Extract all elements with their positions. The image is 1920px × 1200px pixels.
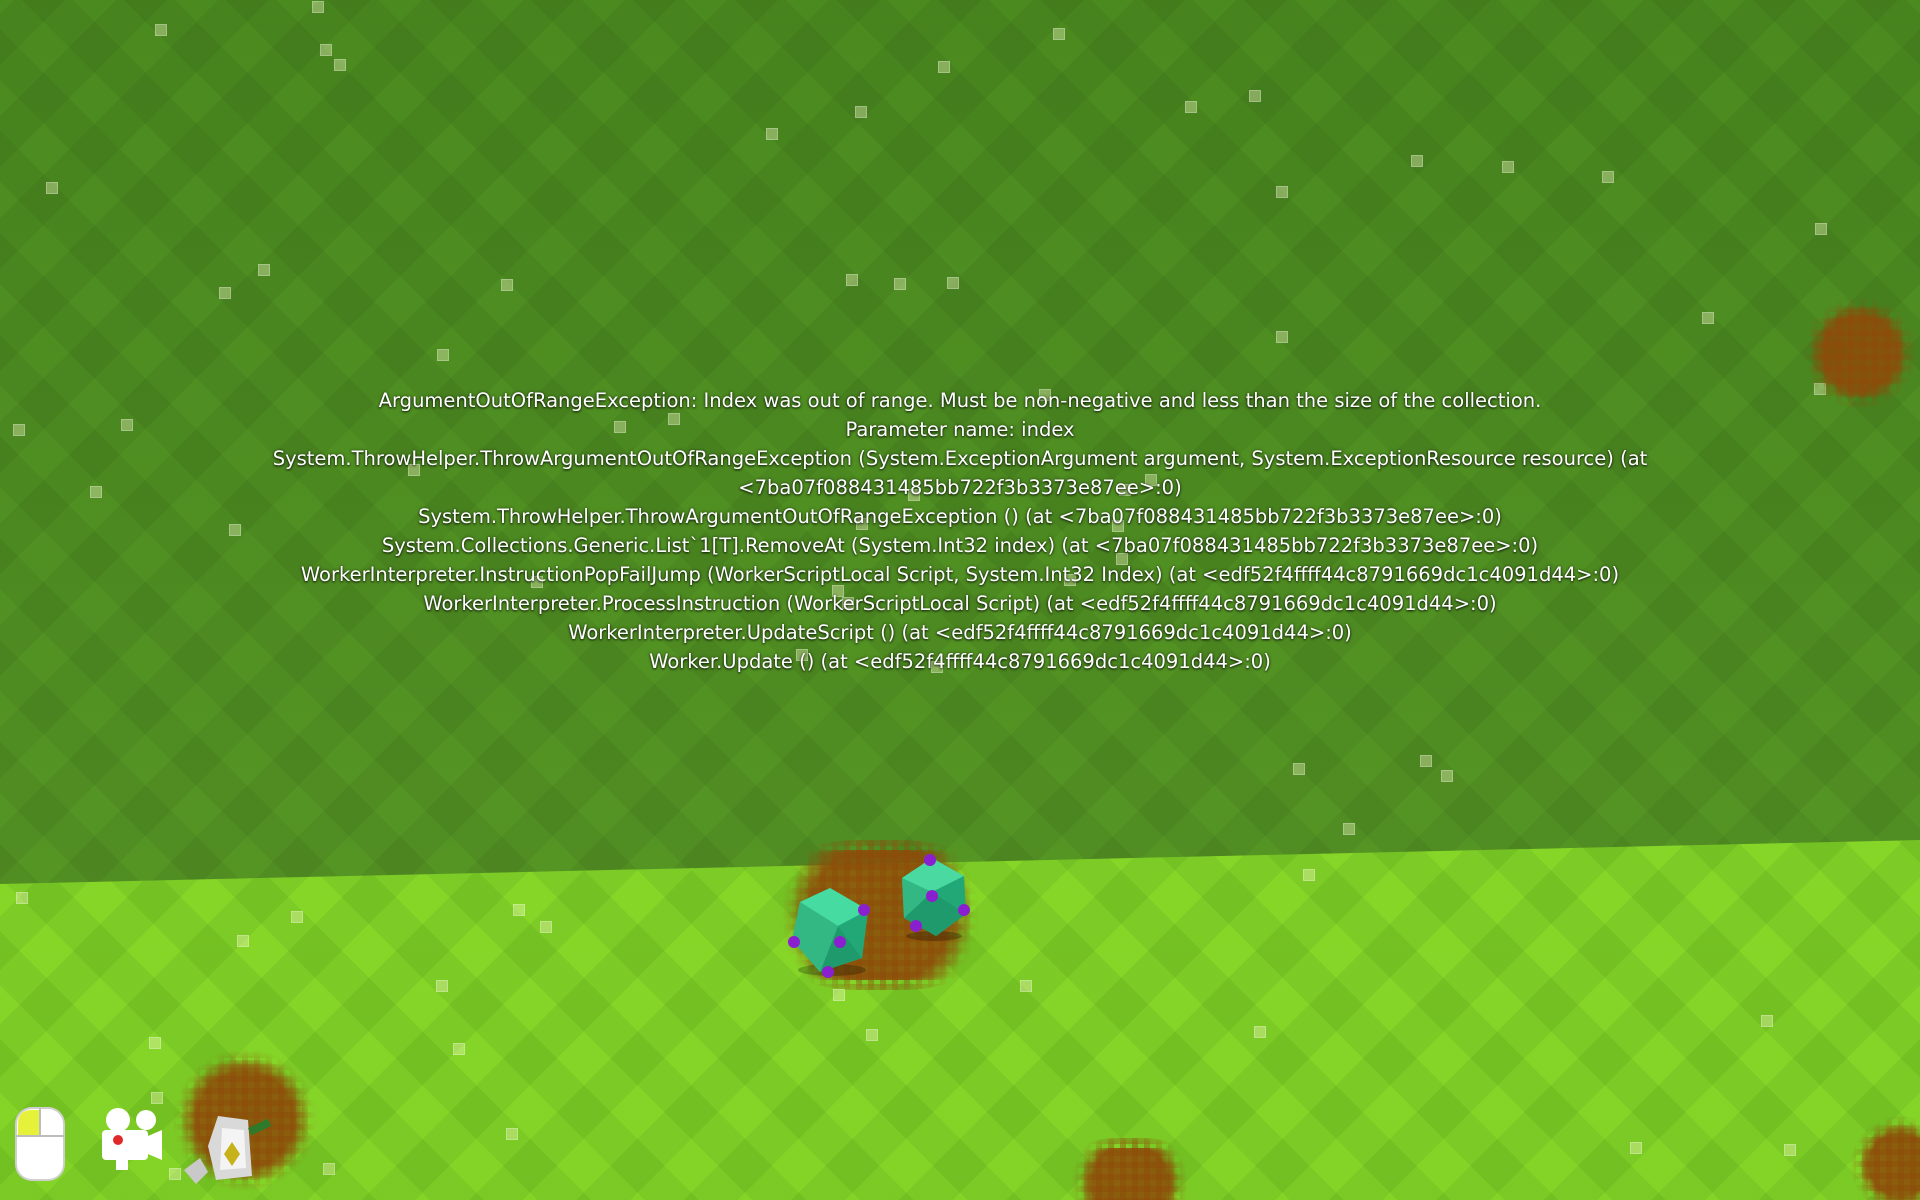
grass-speck: [1502, 161, 1514, 173]
grass-speck: [453, 1043, 465, 1055]
worker-tool-icon: [184, 1116, 272, 1184]
grass-speck: [155, 24, 167, 36]
game-viewport[interactable]: ArgumentOutOfRangeException: Index was o…: [0, 0, 1920, 1200]
grass-speck: [323, 1163, 335, 1175]
grass-speck: [1276, 186, 1288, 198]
grass-speck: [938, 61, 950, 73]
tool-bar: [14, 1106, 272, 1184]
error-line: System.ThrowHelper.ThrowArgumentOutOfRan…: [418, 505, 1502, 528]
grass-speck: [1020, 980, 1032, 992]
grass-speck: [258, 264, 270, 276]
mouse-tool-button[interactable]: [14, 1106, 84, 1182]
exception-log: ArgumentOutOfRangeException: Index was o…: [0, 386, 1920, 676]
grass-speck: [149, 1037, 161, 1049]
grass-speck: [501, 279, 513, 291]
grass-speck: [1293, 763, 1305, 775]
error-line: ArgumentOutOfRangeException: Index was o…: [378, 389, 1542, 412]
grass-speck: [291, 911, 303, 923]
berry-bush-icon[interactable]: [780, 880, 880, 980]
grass-speck: [16, 892, 28, 904]
grass-speck: [866, 1029, 878, 1041]
grass-speck: [540, 921, 552, 933]
grass-speck: [46, 182, 58, 194]
grass-speck: [320, 44, 332, 56]
error-line: System.Collections.Generic.List`1[T].Rem…: [381, 534, 1539, 557]
grass-speck: [947, 277, 959, 289]
error-line: Worker.Update () (at <edf52f4ffff44c8791…: [649, 650, 1271, 673]
grass-speck: [1784, 1144, 1796, 1156]
error-line: WorkerInterpreter.ProcessInstruction (Wo…: [423, 592, 1497, 615]
grass-speck: [237, 935, 249, 947]
grass-speck: [1185, 101, 1197, 113]
grass-speck: [312, 1, 324, 13]
grass-speck: [436, 980, 448, 992]
berry-bush-icon[interactable]: [892, 852, 974, 944]
grass-speck: [151, 1092, 163, 1104]
grass-speck: [855, 106, 867, 118]
grass-speck: [1254, 1026, 1266, 1038]
dirt-patch: [1070, 1148, 1190, 1200]
error-line: WorkerInterpreter.UpdateScript () (at <e…: [568, 621, 1352, 644]
grass-speck: [833, 989, 845, 1001]
grass-speck: [1249, 90, 1261, 102]
grass-speck: [1630, 1142, 1642, 1154]
grass-speck: [1420, 755, 1432, 767]
grass-speck: [219, 287, 231, 299]
grass-speck: [513, 904, 525, 916]
camera-tool-button[interactable]: [96, 1106, 166, 1182]
grass-speck: [437, 349, 449, 361]
grass-speck: [766, 128, 778, 140]
grass-speck: [334, 59, 346, 71]
camera-tool-icon: [102, 1108, 162, 1170]
grass-speck: [1441, 770, 1453, 782]
grass-speck: [1053, 28, 1065, 40]
mouse-tool-icon: [15, 1107, 65, 1181]
grass-speck: [1602, 171, 1614, 183]
error-line: Parameter name: index: [845, 418, 1075, 441]
error-line: <7ba07f088431485bb722f3b3373e87ee>:0): [738, 476, 1182, 499]
error-line: WorkerInterpreter.InstructionPopFailJump…: [300, 563, 1620, 586]
grass-speck: [1702, 312, 1714, 324]
grass-speck: [1761, 1015, 1773, 1027]
grass-speck: [1343, 823, 1355, 835]
grass-speck: [1411, 155, 1423, 167]
grass-speck: [506, 1128, 518, 1140]
error-line: System.ThrowHelper.ThrowArgumentOutOfRan…: [272, 447, 1648, 470]
grass-speck: [894, 278, 906, 290]
grass-speck: [846, 274, 858, 286]
dirt-patch: [1860, 1125, 1920, 1200]
grass-speck: [1303, 869, 1315, 881]
worker-tool-button[interactable]: [178, 1106, 272, 1184]
dirt-patch: [1810, 308, 1910, 398]
grass-speck: [1815, 223, 1827, 235]
grass-speck: [1276, 331, 1288, 343]
